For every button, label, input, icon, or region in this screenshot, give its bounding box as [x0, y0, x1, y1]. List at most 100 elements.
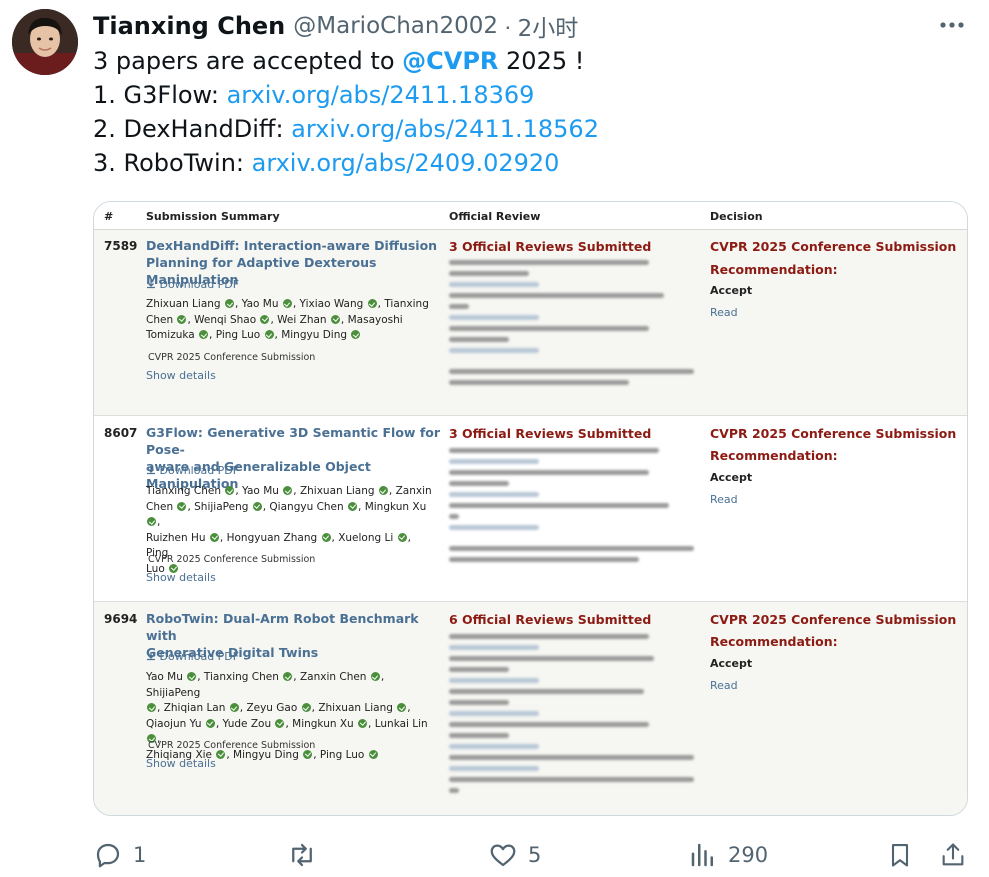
- retweet-button[interactable]: [287, 838, 327, 872]
- author-list: Zhixuan Liang , Yao Mu , Yixiao Wang , T…: [146, 297, 436, 344]
- bookmark-icon: [891, 844, 909, 867]
- verified-icon: [252, 501, 262, 511]
- author-handle[interactable]: @MarioChan2002: [293, 13, 498, 39]
- paper-title[interactable]: G3Flow: Generative 3D Semantic Flow for …: [146, 424, 441, 492]
- author[interactable]: Zhixuan Liang: [318, 702, 393, 714]
- author[interactable]: Zhixuan Liang: [300, 485, 375, 497]
- author[interactable]: Masayoshi: [348, 314, 403, 326]
- reviews-count[interactable]: 6 Official Reviews Submitted: [449, 612, 651, 627]
- author[interactable]: ShijiaPeng: [146, 687, 200, 699]
- author[interactable]: Mingyu Ding: [281, 329, 347, 341]
- read-link[interactable]: Read: [710, 679, 738, 692]
- author[interactable]: Zhixuan Liang: [146, 298, 221, 310]
- retweet-icon: [292, 843, 312, 867]
- views-icon: [691, 843, 713, 867]
- author[interactable]: Ruizhen Hu: [146, 532, 206, 544]
- tweet-line-4: 3. RoboTwin: arxiv.org/abs/2409.02920: [93, 146, 953, 180]
- verified-icon: [209, 532, 219, 542]
- author[interactable]: Hongyuan Zhang: [227, 532, 318, 544]
- author[interactable]: Zanxin Chen: [300, 671, 367, 683]
- venue-tag: CVPR 2025 Conference Submission: [148, 554, 316, 565]
- header-decision: Decision: [710, 210, 763, 223]
- show-details-link[interactable]: Show details: [146, 369, 216, 382]
- author-name[interactable]: Tianxing Chen: [93, 12, 285, 40]
- author[interactable]: Xuelong Li: [338, 532, 393, 544]
- tweet-line-3: 2. DexHandDiff: arxiv.org/abs/2411.18562: [93, 112, 953, 146]
- download-pdf-label: Download PDF: [159, 278, 240, 291]
- link-g3flow[interactable]: arxiv.org/abs/2411.18369: [227, 81, 535, 109]
- link-dexhanddiff[interactable]: arxiv.org/abs/2411.18562: [291, 115, 599, 143]
- author[interactable]: Wei Zhan: [277, 314, 326, 326]
- attached-image[interactable]: # Submission Summary Official Review Dec…: [93, 201, 968, 816]
- submission-number: 8607: [104, 426, 138, 440]
- author[interactable]: Zeyu Gao: [246, 702, 297, 714]
- paper-title-line: DexHandDiff: Interaction-aware Diffusion: [146, 238, 438, 253]
- avatar[interactable]: [12, 9, 78, 75]
- author[interactable]: Tianxing: [384, 298, 429, 310]
- author[interactable]: ShijiaPeng: [194, 501, 248, 513]
- author[interactable]: Mingkun Xu: [365, 501, 427, 513]
- download-pdf-label: Download PDF: [159, 650, 240, 663]
- author[interactable]: Yude Zou: [223, 718, 272, 730]
- verified-icon: [264, 330, 274, 339]
- author[interactable]: Mingkun Xu: [292, 718, 354, 730]
- bookmark-button[interactable]: [886, 838, 914, 872]
- download-pdf-link[interactable]: Download PDF: [146, 464, 239, 477]
- verified-icon: [397, 532, 407, 542]
- author[interactable]: Lunkai Lin: [375, 718, 428, 730]
- download-pdf-link[interactable]: Download PDF: [146, 278, 239, 291]
- show-details-link[interactable]: Show details: [146, 757, 216, 770]
- paper-title-line: G3Flow: Generative 3D Semantic Flow for …: [146, 425, 441, 457]
- views-count: 290: [728, 843, 769, 867]
- decision-value: Accept: [710, 284, 753, 297]
- reviews-count[interactable]: 3 Official Reviews Submitted: [449, 426, 651, 441]
- author[interactable]: Yao Mu: [242, 298, 279, 310]
- views-button[interactable]: 290: [688, 838, 768, 872]
- share-button[interactable]: [939, 838, 967, 872]
- author-line: Chen , ShijiaPeng , Qiangyu Chen , Mingk…: [146, 500, 427, 529]
- author[interactable]: Wenqi Shao: [194, 314, 256, 326]
- author[interactable]: Yixiao Wang: [300, 298, 364, 310]
- like-count: 5: [528, 843, 542, 867]
- author[interactable]: Tomizuka: [146, 329, 195, 341]
- author[interactable]: Qiaojun Yu: [146, 718, 201, 730]
- link-robotwin[interactable]: arxiv.org/abs/2409.02920: [252, 149, 560, 177]
- author[interactable]: Chen: [146, 501, 173, 513]
- download-icon: [147, 280, 155, 289]
- verified-icon: [330, 314, 340, 324]
- submission-number: 7589: [104, 239, 138, 253]
- author[interactable]: Tianxing Chen: [204, 671, 279, 683]
- author-line: , Zhiqian Lan , Zeyu Gao , Zhixuan Liang…: [146, 701, 436, 717]
- author[interactable]: Yao Mu: [146, 671, 183, 683]
- author[interactable]: Chen: [146, 314, 173, 326]
- download-pdf-link[interactable]: Download PDF: [146, 650, 239, 663]
- author[interactable]: Tianxing Chen: [146, 485, 221, 497]
- read-link[interactable]: Read: [710, 306, 738, 319]
- author[interactable]: Ping Luo: [320, 749, 364, 761]
- show-details-link[interactable]: Show details: [146, 571, 216, 584]
- verified-icon: [275, 718, 285, 728]
- decision-venue: CVPR 2025 Conference Submission: [710, 426, 957, 441]
- author[interactable]: Qiangyu Chen: [269, 501, 343, 513]
- reviews-count[interactable]: 3 Official Reviews Submitted: [449, 239, 651, 254]
- reply-icon: [96, 843, 120, 868]
- like-button[interactable]: 5: [488, 838, 541, 872]
- download-icon: [147, 466, 155, 475]
- author[interactable]: Zanxin: [396, 485, 432, 497]
- author[interactable]: Yao Mu: [242, 485, 279, 497]
- verified-icon: [224, 299, 234, 308]
- author-line: Tianxing Chen , Yao Mu , Zhixuan Liang ,…: [146, 485, 432, 497]
- reply-button[interactable]: 1: [93, 838, 146, 872]
- author[interactable]: Ping Luo: [216, 329, 260, 341]
- blurred-reviews: [449, 260, 699, 391]
- verified-icon: [378, 486, 388, 495]
- timestamp[interactable]: 2小时: [518, 9, 579, 43]
- author[interactable]: Zhiqian Lan: [164, 702, 226, 714]
- mention-cvpr[interactable]: @CVPR: [402, 47, 498, 75]
- submission-number: 9694: [104, 612, 138, 626]
- table-row: 9694 RoboTwin: Dual-Arm Robot Benchmark …: [94, 602, 967, 815]
- more-options-button[interactable]: [937, 10, 967, 40]
- read-link[interactable]: Read: [710, 493, 738, 506]
- decision-label: Recommendation:: [710, 634, 838, 649]
- blurred-reviews: [449, 634, 699, 799]
